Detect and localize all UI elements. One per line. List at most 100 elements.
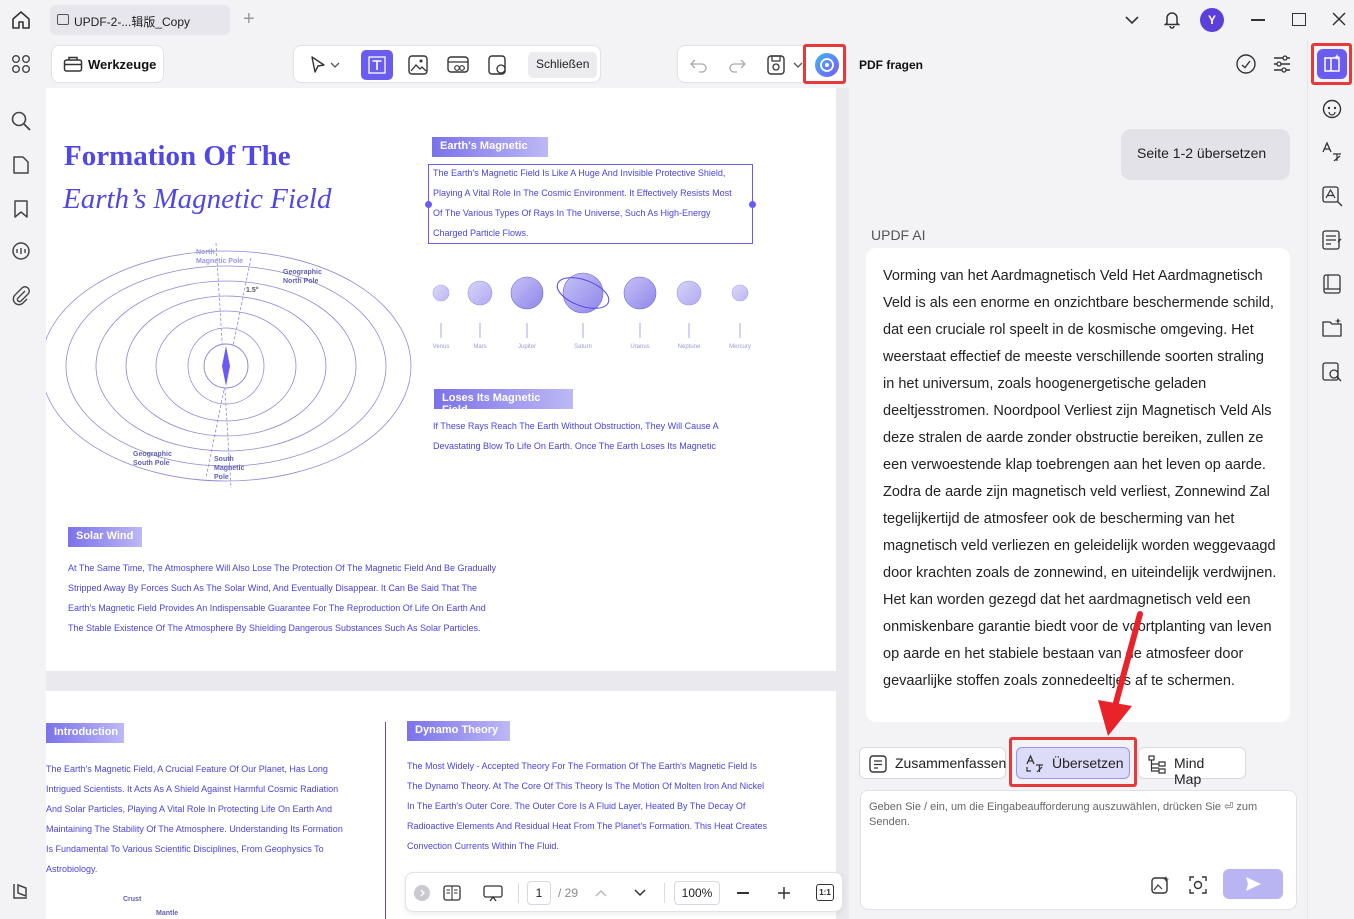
document-tab-title: UPDF-2-...辑版_Copy xyxy=(74,15,191,29)
zoom-in-icon[interactable] xyxy=(777,886,791,900)
nav-divider xyxy=(518,883,519,903)
text-line: Of The Various Types Of Rays In The Univ… xyxy=(433,208,711,218)
tools-button[interactable]: Werkzeuge xyxy=(51,45,164,83)
minimize-icon[interactable] xyxy=(1251,19,1265,21)
section2-paragraph[interactable]: If These Rays Reach The Earth Without Ob… xyxy=(433,416,719,456)
bookmark-icon[interactable] xyxy=(10,198,32,220)
section-tag-solar-wind: Solar Wind xyxy=(68,527,142,547)
prompt-placeholder: Geben Sie / ein, um die Eingabeaufforder… xyxy=(869,801,1258,828)
tools-label: Werkzeuge xyxy=(88,57,157,72)
geographic-north-pole-label: Geographic North Pole xyxy=(283,269,322,285)
collapse-nav-icon[interactable] xyxy=(414,885,430,901)
zoom-out-icon[interactable] xyxy=(737,892,749,894)
bell-icon[interactable] xyxy=(1162,9,1182,29)
attachment-icon[interactable] xyxy=(10,285,32,307)
ocr-tool-icon[interactable] xyxy=(1320,184,1344,208)
book-icon[interactable] xyxy=(1320,272,1344,296)
translate-highlight xyxy=(1009,737,1137,787)
section3-paragraph[interactable]: At The Same Time, The Atmosphere Will Al… xyxy=(68,558,496,638)
planet-label-saturn: Saturn xyxy=(574,344,592,350)
text-line: And Solar Particles, Playing A Vital Rol… xyxy=(46,804,332,814)
text-line: Radioactive Elements And Residual Heat F… xyxy=(407,821,768,831)
ai-response-text: Vorming van het Aardmagnetisch Veld Het … xyxy=(883,268,1277,689)
translate-tool-icon[interactable] xyxy=(1320,140,1344,164)
avatar[interactable]: Y xyxy=(1200,8,1224,32)
history-clock-icon[interactable] xyxy=(1235,53,1257,75)
actual-size-button[interactable]: 1:1 xyxy=(816,884,834,901)
resize-handle-right[interactable] xyxy=(749,201,756,208)
mindmap-button[interactable]: Mind Map xyxy=(1138,747,1246,787)
maximize-icon[interactable] xyxy=(1292,13,1306,26)
text-line: Is Fundamental To Various Scientific Dis… xyxy=(46,844,324,854)
text-line: Earth's Magnetic Field Provides An Indis… xyxy=(68,603,486,613)
dynamo-paragraph[interactable]: The Most Widely - Accepted Theory For Th… xyxy=(407,756,767,856)
section-tag-earths-magnetic: Earth's Magnetic xyxy=(432,137,548,157)
watermark-icon[interactable] xyxy=(484,52,512,78)
column-divider xyxy=(385,722,386,919)
apps-grid-icon[interactable] xyxy=(10,53,32,75)
summarize-button[interactable]: Zusammenfassen xyxy=(859,747,1006,779)
batch-folder-icon[interactable] xyxy=(1320,316,1344,340)
edit-link-icon[interactable] xyxy=(444,52,472,78)
presentation-icon[interactable] xyxy=(482,883,504,903)
planets-diagram xyxy=(426,268,766,338)
toolbar: Werkzeuge Schließen xyxy=(42,40,850,88)
screenshot-icon[interactable] xyxy=(1187,874,1209,896)
planet-label-mars: Mars xyxy=(473,344,487,350)
chat-pdf-icon[interactable] xyxy=(1317,49,1347,79)
text-line: In The Earth's Outer Core. The Outer Cor… xyxy=(407,801,746,811)
text-line: Stripped Away By Forces Such As The Sola… xyxy=(68,583,478,593)
select-dropdown-chevron-icon[interactable] xyxy=(328,52,342,78)
redo-icon[interactable] xyxy=(722,52,750,78)
planet-label-uranus: Uranus xyxy=(630,344,650,350)
form-fill-icon[interactable] xyxy=(1320,228,1344,252)
current-page-input[interactable]: 1 xyxy=(527,881,551,905)
close-window-icon[interactable] xyxy=(1332,12,1346,26)
angle-label: 1.5° xyxy=(246,287,259,294)
page-layout-icon[interactable] xyxy=(442,883,462,903)
text-line: The Stable Existence Of The Atmosphere B… xyxy=(68,623,481,633)
undo-icon[interactable] xyxy=(686,52,714,78)
new-tab-button[interactable]: + xyxy=(243,8,255,31)
south-magnetic-pole-label: South Magnetic Pole xyxy=(214,456,245,481)
resize-handle-left[interactable] xyxy=(425,201,432,208)
intro-paragraph[interactable]: The Earth's Magnetic Field, A Crucial Fe… xyxy=(46,759,343,879)
planet-label-neptune: Neptune xyxy=(677,344,701,350)
north-magnetic-pole-label: North Magnetic Pole xyxy=(196,249,244,265)
send-button[interactable] xyxy=(1223,869,1283,899)
ai-chat-panel: PDF fragen Seite 1-2 übersetzen UPDF AI … xyxy=(852,40,1306,919)
text-line: Maintaining The Stability Of The Atmosph… xyxy=(46,824,343,834)
edit-text-icon[interactable] xyxy=(361,50,393,80)
user-message: Seite 1-2 übersetzen xyxy=(1121,129,1290,180)
section-tag-loses-magnetic-field: Loses Its Magnetic Field xyxy=(434,389,573,416)
search-icon[interactable] xyxy=(10,110,32,132)
document-viewer[interactable]: Formation Of The Earth’s Magnetic Field xyxy=(46,88,849,919)
magnetic-field-diagram xyxy=(46,238,426,488)
planet-label-venus: Venus xyxy=(432,344,450,350)
settings-sliders-icon[interactable] xyxy=(1271,53,1293,75)
ai-sender-name: UPDF AI xyxy=(871,227,926,243)
mindmap-label: Mind Map xyxy=(1174,755,1205,787)
next-page-icon[interactable] xyxy=(632,885,648,901)
zoom-level[interactable]: 100% xyxy=(674,881,720,905)
prompt-input[interactable]: Geben Sie / ein, um die Eingabeaufforder… xyxy=(860,790,1297,910)
search-document-icon[interactable] xyxy=(1320,360,1344,384)
text-line: Astrobiology. xyxy=(46,864,98,874)
save-icon[interactable] xyxy=(762,52,790,78)
ai-assistant-icon[interactable] xyxy=(1320,96,1344,120)
chevron-down-icon[interactable] xyxy=(1124,12,1140,28)
layers-icon[interactable] xyxy=(10,880,32,902)
right-tool-rail xyxy=(1307,40,1354,919)
text-line: Intrigued Scientists. It Acts As A Shiel… xyxy=(46,784,339,794)
close-edit-button[interactable]: Schließen xyxy=(528,52,598,78)
previous-page-icon[interactable] xyxy=(593,885,609,901)
edit-image-icon[interactable] xyxy=(404,52,432,78)
image-generate-icon[interactable] xyxy=(1149,874,1171,896)
crust-label: Crust xyxy=(123,896,142,903)
comments-icon[interactable] xyxy=(10,241,32,263)
section1-paragraph[interactable]: The Earth's Magnetic Field Is Like A Hug… xyxy=(433,163,732,243)
document-tab[interactable]: UPDF-2-...辑版_Copy xyxy=(50,5,230,35)
pages-icon[interactable] xyxy=(10,154,32,176)
edit-tools-group: Schließen xyxy=(293,45,601,83)
home-icon[interactable] xyxy=(10,9,32,31)
